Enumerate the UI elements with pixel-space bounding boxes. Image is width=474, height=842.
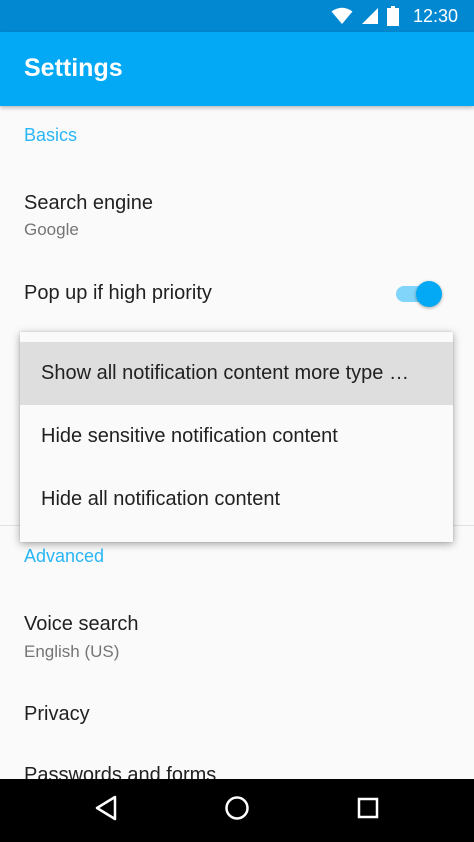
home-button[interactable] (197, 779, 277, 842)
status-time: 12:30 (412, 5, 458, 26)
cell-signal-icon (361, 7, 379, 25)
status-bar: 12:30 (0, 0, 474, 32)
battery-icon (386, 6, 399, 26)
back-button[interactable] (66, 779, 146, 842)
pref-title: Voice search (24, 613, 139, 635)
pref-title: Pop up if high priority (24, 282, 212, 304)
pref-privacy[interactable]: Privacy (24, 703, 90, 726)
notification-content-popup-menu: Show all notification content more type … (20, 332, 453, 542)
popup-item-hide-sensitive[interactable]: Hide sensitive notification content (20, 405, 453, 468)
pref-passwords-and-forms[interactable]: Passwords and forms (24, 764, 216, 780)
pref-title: Search engine (24, 192, 153, 214)
popup-priority-toggle[interactable] (394, 279, 444, 309)
pref-summary: Google (24, 220, 79, 239)
navigation-bar (0, 779, 474, 842)
popup-item-show-all[interactable]: Show all notification content more type … (20, 342, 453, 405)
switch-thumb (416, 281, 442, 307)
section-header-advanced: Advanced (24, 546, 105, 566)
wifi-icon (331, 7, 353, 25)
section-header-basics: Basics (24, 125, 78, 145)
pref-summary: English (US) (24, 642, 120, 661)
app-bar: Settings (0, 32, 474, 106)
page-title: Settings (24, 54, 123, 82)
popup-item-hide-all[interactable]: Hide all notification content (20, 468, 453, 531)
recents-icon (356, 796, 380, 825)
home-icon (224, 795, 250, 826)
recents-button[interactable] (328, 779, 408, 842)
back-icon (94, 795, 118, 826)
